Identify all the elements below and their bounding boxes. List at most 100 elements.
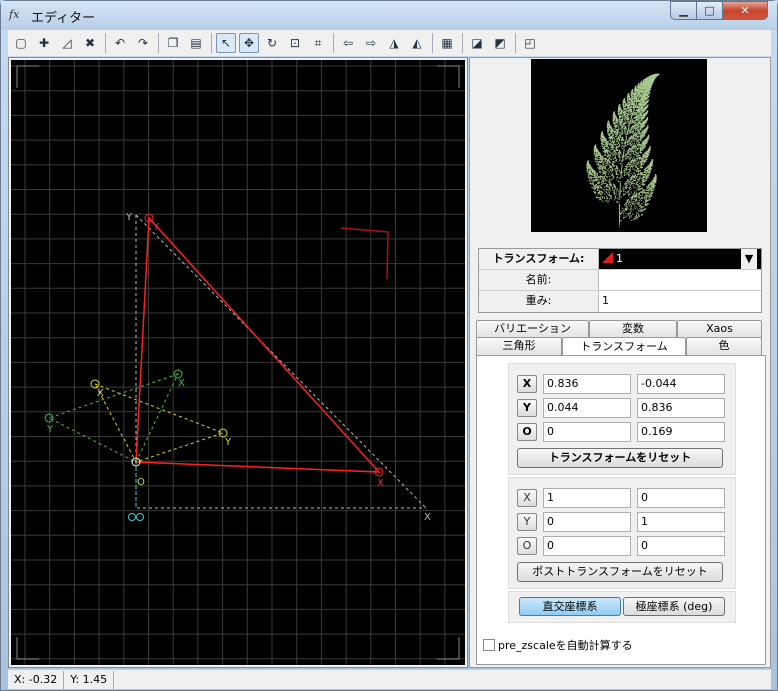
vertex-y-label: Y	[152, 222, 160, 233]
status-bar: X: -0.32 Y: 1.45	[8, 669, 771, 689]
yellow-o-label: O	[137, 477, 145, 488]
auto-zscale-checkbox[interactable]	[483, 639, 495, 651]
toggle-grid-icon[interactable]: ▦	[437, 33, 457, 53]
fern-fractal	[586, 73, 660, 228]
name-label: 名前:	[479, 270, 599, 290]
post-x-b-field[interactable]: 0	[637, 488, 725, 508]
settings-icon[interactable]: ◰	[520, 33, 540, 53]
transform-x-a-field[interactable]: 0.836	[543, 374, 631, 394]
app-icon: fx	[9, 8, 20, 21]
flip-horizontal-icon[interactable]: ◮	[384, 33, 404, 53]
chevron-down-icon[interactable]: ▼	[741, 249, 757, 269]
rotate-right-icon[interactable]: ⇨	[361, 33, 381, 53]
transform-o-b-field[interactable]: 0.169	[637, 422, 725, 442]
triangle-editor-canvas[interactable]: Y X Y X X Y O X Y	[8, 57, 468, 668]
green-x-label: X	[178, 378, 185, 389]
rectangular-coords-button[interactable]: 直交座標系	[519, 597, 621, 616]
tab-triangle[interactable]: 三角形	[476, 337, 562, 356]
fern-points	[586, 73, 660, 228]
auto-zscale-option[interactable]: pre_zscaleを自動計算する	[483, 637, 633, 653]
transform-properties: トランスフォーム: 1 ▼ 名前: 重み: 1	[478, 248, 762, 313]
post-x-a-field[interactable]: 1	[543, 488, 631, 508]
add-transform-icon[interactable]: ✚	[34, 33, 54, 53]
editor-window: fx エディター ▁ □ ✕ ▢ ✚ ◿ ✖ ↶ ↷ ❐ ▤ ↖ ✥ ↻ ⊡ ⌗ ⇦ ⇨ ◮ ◭ ▦ ◪ ◩ ◰ YXY…	[0, 0, 778, 691]
scale-mode-icon[interactable]: ⊡	[285, 33, 305, 53]
copy-icon[interactable]: ❐	[163, 33, 183, 53]
maximize-button[interactable]: □	[696, 1, 723, 20]
tab-row-top: バリエーション 変数 Xaos	[476, 320, 766, 338]
yellow-x-label: X	[97, 388, 104, 399]
polar-coords-button[interactable]: 極座標系 (deg)	[623, 597, 725, 616]
title-bar[interactable]: fx エディター ▁ □ ✕	[1, 1, 777, 30]
minimize-button[interactable]: ▁	[670, 1, 697, 20]
tab-color[interactable]: 色	[686, 337, 762, 356]
window-title: エディター	[31, 11, 96, 26]
transform-group: X 0.836 -0.044 Y 0.044 0.836 O 0 0.169 ト…	[508, 363, 736, 475]
flip-vertical-icon[interactable]: ◭	[407, 33, 427, 53]
new-transform-icon[interactable]: ▢	[11, 33, 31, 53]
toolbar: ▢ ✚ ◿ ✖ ↶ ↷ ❐ ▤ ↖ ✥ ↻ ⊡ ⌗ ⇦ ⇨ ◮ ◭ ▦ ◪ ◩ ◰	[8, 30, 771, 56]
post-y-button[interactable]: Y	[517, 513, 537, 531]
transform-tab-page: X 0.836 -0.044 Y 0.044 0.836 O 0 0.169 ト…	[476, 355, 766, 665]
editor-drawing[interactable]: Y X Y X X Y O X Y	[11, 60, 465, 665]
redo-icon[interactable]: ↷	[133, 33, 153, 53]
close-button[interactable]: ✕	[722, 1, 768, 20]
transform-y-b-field[interactable]: 0.836	[637, 398, 725, 418]
transform-y-button[interactable]: Y	[517, 399, 537, 417]
triangle-icon	[602, 252, 613, 263]
rotate-mode-icon[interactable]: ↻	[262, 33, 282, 53]
toolbar-separator	[105, 33, 106, 53]
fit-view-icon[interactable]: ⌗	[308, 33, 328, 53]
coordinate-mode-group: 直交座標系 極座標系 (deg)	[508, 591, 736, 623]
post-o-b-field[interactable]: 0	[637, 536, 725, 556]
transform-label: トランスフォーム:	[479, 249, 599, 269]
transform-x-button[interactable]: X	[517, 375, 537, 393]
green-y-label: Y	[46, 424, 54, 435]
toolbar-separator	[432, 33, 433, 53]
toolbar-separator	[158, 33, 159, 53]
select-mode-icon[interactable]: ↖	[216, 33, 236, 53]
transform-x-b-field[interactable]: -0.044	[637, 374, 725, 394]
post-x-button[interactable]: X	[517, 489, 537, 507]
post-y-b-field[interactable]: 1	[637, 512, 725, 532]
reset-transform-button[interactable]: トランスフォームをリセット	[517, 448, 723, 468]
paste-icon[interactable]: ▤	[186, 33, 206, 53]
reference-y-label: Y	[125, 212, 133, 223]
tab-row-bottom: 三角形 トランスフォーム 色	[476, 337, 766, 356]
tab-variables[interactable]: 変数	[589, 320, 677, 338]
reference-x-label: X	[424, 512, 431, 523]
toolbar-separator	[515, 33, 516, 53]
maximize-icon: □	[704, 4, 715, 17]
toolbar-separator	[211, 33, 212, 53]
duplicate-transform-icon[interactable]: ◿	[57, 33, 77, 53]
fractal-preview	[531, 59, 707, 232]
transform-o-button[interactable]: O	[517, 423, 537, 441]
post-transform-group: X 1 0 Y 0 1 O 0 0 ポストトランスフォームをリセット	[508, 477, 736, 589]
delete-transform-icon[interactable]: ✖	[80, 33, 100, 53]
fern-preview-image	[586, 73, 660, 228]
transform-o-a-field[interactable]: 0	[543, 422, 631, 442]
yellow-y-label: Y	[224, 437, 232, 448]
post-o-button[interactable]: O	[517, 537, 537, 555]
tab-transform[interactable]: トランスフォーム	[562, 337, 686, 356]
tab-xaos[interactable]: Xaos	[677, 320, 762, 338]
auto-zscale-label: pre_zscaleを自動計算する	[498, 639, 633, 652]
move-mode-icon[interactable]: ✥	[239, 33, 259, 53]
transform-select[interactable]: 1 ▼	[599, 249, 761, 269]
transform-y-a-field[interactable]: 0.044	[543, 398, 631, 418]
toolbar-separator	[333, 33, 334, 53]
post-y-a-field[interactable]: 0	[543, 512, 631, 532]
status-x: X: -0.32	[8, 670, 65, 689]
post-o-a-field[interactable]: 0	[543, 536, 631, 556]
reset-all-icon[interactable]: ◪	[467, 33, 487, 53]
undo-icon[interactable]: ↶	[110, 33, 130, 53]
name-field[interactable]	[599, 270, 761, 290]
weight-label: 重み:	[479, 291, 599, 312]
reset-post-transform-button[interactable]: ポストトランスフォームをリセット	[517, 562, 723, 582]
properties-panel: トランスフォーム: 1 ▼ 名前: 重み: 1 バリエーション 変数 Xaos …	[469, 57, 771, 668]
weight-field[interactable]: 1	[599, 291, 761, 312]
status-y: Y: 1.45	[64, 670, 115, 689]
tab-variations[interactable]: バリエーション	[476, 320, 589, 338]
reset-post-icon[interactable]: ◩	[490, 33, 510, 53]
rotate-left-icon[interactable]: ⇦	[338, 33, 358, 53]
